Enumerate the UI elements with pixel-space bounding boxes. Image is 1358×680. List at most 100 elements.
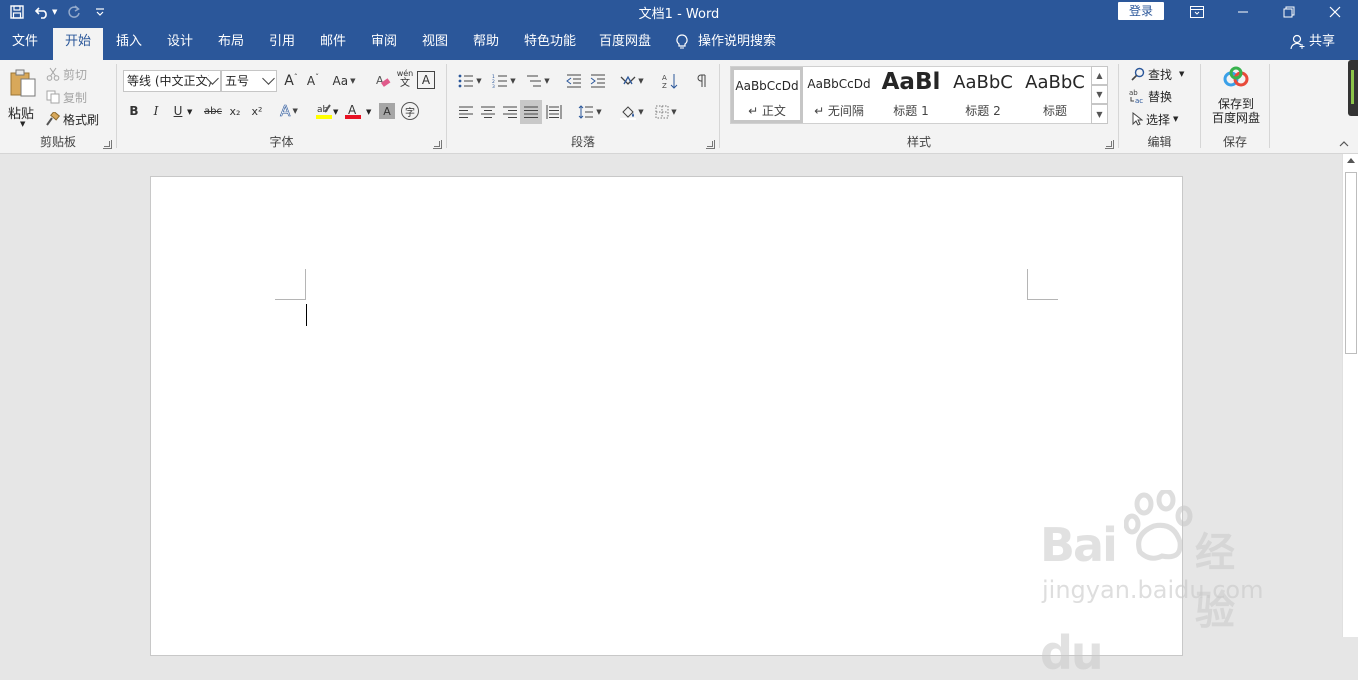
scrollbar-thumb[interactable] [1345, 172, 1357, 354]
tab-review[interactable]: 审阅 [359, 32, 409, 60]
sort-button[interactable]: AZ [659, 70, 681, 92]
align-left-button[interactable] [455, 101, 477, 123]
format-painter-button[interactable]: 格式刷 [46, 109, 99, 129]
distributed-button[interactable] [543, 101, 565, 123]
tab-mailings[interactable]: 邮件 [308, 32, 358, 60]
tab-view[interactable]: 视图 [410, 32, 460, 60]
phonetic-guide-button[interactable]: wén 文 [395, 68, 415, 90]
bold-button[interactable]: B [125, 100, 143, 122]
tab-home[interactable]: 开始 [53, 28, 104, 60]
character-shading-button[interactable]: A [379, 103, 395, 119]
chinese-layout-button[interactable]: ▼ [617, 70, 647, 92]
font-launcher-icon[interactable] [433, 140, 442, 149]
align-center-icon [481, 106, 495, 118]
document-page[interactable] [150, 176, 1183, 656]
sort-az-icon: AZ [662, 74, 678, 89]
side-panel-tab[interactable] [1348, 60, 1358, 116]
login-button[interactable]: 登录 [1118, 2, 1164, 20]
font-name-combo[interactable]: 等线 (中文正文) [123, 70, 221, 92]
multilevel-list-button[interactable]: ▼ [523, 70, 553, 92]
cut-button[interactable]: 剪切 [46, 64, 87, 84]
font-size-value: 五号 [225, 74, 250, 88]
line-spacing-icon [578, 105, 594, 119]
copy-icon [46, 90, 60, 104]
superscript-button[interactable]: x² [247, 100, 267, 122]
underline-dropdown-icon[interactable]: ▼ [187, 108, 192, 116]
decrease-indent-button[interactable] [563, 70, 585, 92]
crop-mark [275, 299, 305, 300]
save-group-label: 保存 [1222, 135, 1247, 149]
line-spacing-button[interactable]: ▼ [575, 101, 605, 123]
paragraph-group: ▼ 1 2 3 ▼ ▼ ▼ AZ ▼ ▼ ▼ 段落 [447, 60, 719, 153]
italic-button[interactable]: I [147, 100, 165, 122]
title-bar: ▼ 文档1 - Word 登录 [0, 0, 1358, 24]
paste-button[interactable]: 粘贴 ▼ [6, 66, 42, 130]
font-size-combo[interactable]: 五号 [221, 70, 277, 92]
close-icon[interactable] [1312, 0, 1358, 24]
collapse-ribbon-icon[interactable] [1338, 138, 1350, 150]
restore-icon[interactable] [1266, 0, 1312, 24]
vertical-scrollbar[interactable] [1342, 154, 1358, 637]
clipboard-group-label: 剪贴板 [39, 135, 76, 149]
styles-launcher-icon[interactable] [1105, 140, 1114, 149]
strikethrough-button[interactable]: abc [201, 100, 225, 122]
copy-button[interactable]: 复制 [46, 87, 87, 107]
increase-indent-button[interactable] [587, 70, 609, 92]
find-button[interactable]: 查找 ▼ [1131, 64, 1184, 84]
tab-insert[interactable]: 插入 [104, 32, 154, 60]
save-to-line1: 保存到 [1217, 97, 1254, 111]
tell-me-search[interactable]: 操作说明搜索 [676, 32, 776, 52]
tab-layout[interactable]: 布局 [206, 32, 256, 60]
align-center-button[interactable] [477, 101, 499, 123]
select-label: 选择 [1146, 112, 1171, 127]
text-effects-button[interactable]: A ▼ [275, 100, 303, 122]
crop-mark [305, 269, 306, 300]
grow-font-button[interactable]: Aˆ [281, 70, 301, 92]
tab-design[interactable]: 设计 [155, 32, 205, 60]
font-color-dropdown-icon[interactable]: ▼ [366, 108, 371, 116]
paste-dropdown-icon: ▼ [20, 120, 26, 128]
shrink-font-button[interactable]: Aˇ [303, 70, 323, 92]
scroll-up-icon[interactable] [1347, 158, 1355, 163]
minimize-icon[interactable] [1220, 0, 1266, 24]
tab-baidu-netdisk[interactable]: 百度网盘 [587, 32, 663, 60]
save-to-baidu-button[interactable]: 保存到 百度网盘 [1205, 66, 1267, 130]
align-right-button[interactable] [499, 101, 521, 123]
borders-icon [655, 105, 669, 119]
tab-help[interactable]: 帮助 [461, 32, 511, 60]
justify-button[interactable] [520, 100, 542, 124]
watermark-url: jingyan.baidu.com [1042, 576, 1264, 604]
select-button[interactable]: 选择 ▼ [1131, 109, 1178, 129]
paragraph-launcher-icon[interactable] [706, 140, 715, 149]
character-border-button[interactable]: A [417, 71, 435, 89]
clipboard-launcher-icon[interactable] [103, 140, 112, 149]
ribbon-display-options-icon[interactable] [1174, 0, 1220, 24]
character-border-label: A [421, 73, 431, 87]
chevron-down-icon [262, 72, 275, 85]
enclose-characters-button[interactable]: 字 [401, 102, 419, 120]
tab-references[interactable]: 引用 [257, 32, 307, 60]
editing-group-label: 编辑 [1147, 135, 1172, 149]
caret-down-icon: ▼ [671, 108, 677, 116]
borders-button[interactable]: ▼ [651, 101, 681, 123]
font-color-button[interactable]: A [343, 100, 363, 122]
show-hide-marks-button[interactable] [691, 70, 713, 92]
highlight-dropdown-icon[interactable]: ▼ [333, 108, 338, 116]
tab-features[interactable]: 特色功能 [512, 32, 588, 60]
crop-mark [1027, 269, 1028, 300]
group-divider [1269, 64, 1270, 148]
clear-formatting-button[interactable]: A [373, 70, 393, 92]
subscript-button[interactable]: x₂ [225, 100, 245, 122]
tab-file[interactable]: 文件 [0, 32, 50, 60]
underline-button[interactable]: U [169, 100, 187, 122]
font-group-label: 字体 [269, 135, 294, 149]
change-case-button[interactable]: Aa ▼ [329, 70, 359, 92]
share-button[interactable]: 共享 [1290, 32, 1335, 52]
numbering-button[interactable]: 1 2 3 ▼ [489, 70, 519, 92]
bullet-list-icon [458, 74, 474, 88]
replace-button[interactable]: ab ac 替换 [1129, 86, 1172, 106]
svg-text:ab: ab [1129, 89, 1138, 97]
shading-button[interactable]: ▼ [617, 101, 647, 123]
bullets-button[interactable]: ▼ [455, 70, 485, 92]
styles-group-label: 样式 [906, 135, 931, 149]
